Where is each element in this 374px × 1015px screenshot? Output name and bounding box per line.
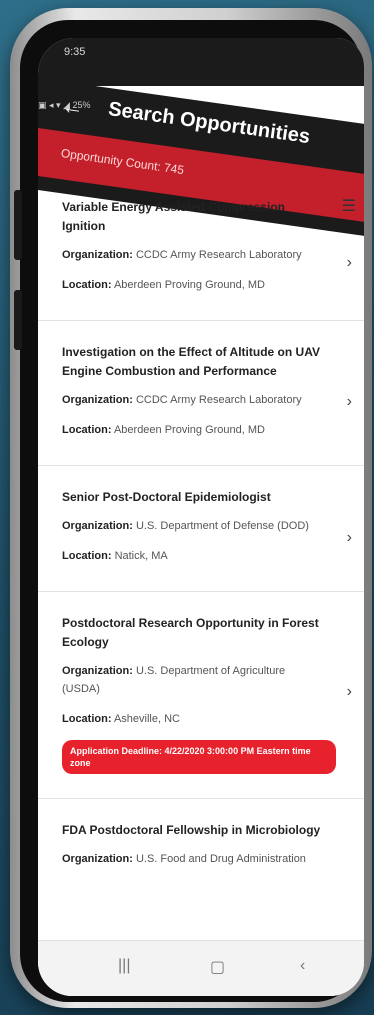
item-location: Location: Asheville, NC [62,710,324,728]
location-label: Location: [62,713,112,725]
item-title: FDA Postdoctoral Fellowship in Microbiol… [62,823,321,837]
organization-label: Organization: [62,665,133,677]
list-item[interactable]: Investigation on the Effect of Altitude … [38,321,364,466]
list-item[interactable]: Postdoctoral Research Opportunity in For… [38,592,364,799]
home-icon[interactable]: ▢ [210,957,225,977]
organization-value: CCDC Army Research Laboratory [135,249,302,261]
item-organization: Organization: U.S. Department of Defense… [62,517,324,535]
location-label: Location: [62,550,112,562]
item-organization: Organization: U.S. Food and Drug Adminis… [62,850,324,868]
location-value: Asheville, NC [113,713,180,725]
power-button [14,290,22,350]
volume-button [14,190,22,260]
organization-label: Organization: [62,853,133,865]
organization-label: Organization: [62,394,133,406]
location-label: Location: [62,279,112,291]
chevron-right-icon[interactable]: › [347,254,352,272]
back-icon[interactable]: ‹ [300,957,305,975]
status-bar: 9:35 [38,38,364,86]
item-title: Variable Energy Assisted Compression Ign… [62,200,285,233]
application-deadline-badge: Application Deadline: 4/22/2020 3:00:00 … [62,740,336,774]
item-location: Location: Natick, MA [62,547,324,565]
recents-icon[interactable]: ||| [118,957,130,975]
opportunity-list: Variable Energy Assisted Compression Ign… [38,188,364,894]
item-location: Location: Aberdeen Proving Ground, MD [62,421,324,439]
organization-value: CCDC Army Research Laboratory [135,394,302,406]
item-title: Investigation on the Effect of Altitude … [62,345,320,378]
chevron-right-icon[interactable]: › [347,683,352,701]
organization-label: Organization: [62,249,133,261]
location-value: Aberdeen Proving Ground, MD [113,279,265,291]
organization-label: Organization: [62,520,133,532]
chevron-right-icon[interactable]: › [347,393,352,411]
organization-value: U.S. Food and Drug Administration [135,853,306,865]
location-value: Aberdeen Proving Ground, MD [113,424,265,436]
location-value: Natick, MA [114,550,168,562]
list-item[interactable]: FDA Postdoctoral Fellowship in Microbiol… [38,799,364,894]
chevron-right-icon[interactable]: › [347,529,352,547]
item-location: Location: Aberdeen Proving Ground, MD [62,276,324,294]
list-item[interactable]: Senior Post-Doctoral Epidemiologist Orga… [38,466,364,592]
status-time: 9:35 [64,46,86,58]
status-icons: ▣ ◂ ▾ ◢ 25% [38,100,91,110]
app-screen: 9:35 ← Search Opportunities ▣ ◂ ▾ ◢ 25% … [38,38,364,996]
item-organization: Organization: U.S. Department of Agricul… [62,662,324,698]
system-nav-bar: ||| ▢ ‹ [38,940,364,996]
item-title: Postdoctoral Research Opportunity in For… [62,616,319,649]
item-organization: Organization: CCDC Army Research Laborat… [62,246,324,264]
item-title: Senior Post-Doctoral Epidemiologist [62,490,271,504]
location-label: Location: [62,424,112,436]
list-item[interactable]: Variable Energy Assisted Compression Ign… [38,188,364,321]
item-organization: Organization: CCDC Army Research Laborat… [62,391,324,409]
organization-value: U.S. Department of Defense (DOD) [135,520,309,532]
